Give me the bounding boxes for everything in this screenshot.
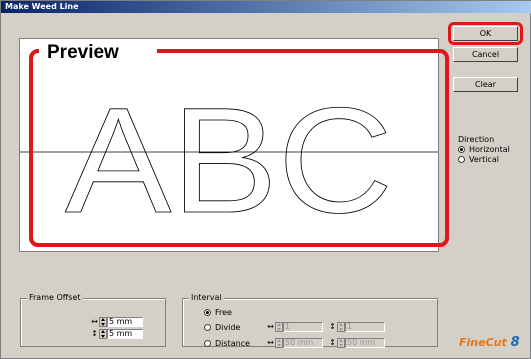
vertical-radio[interactable] [458,155,465,163]
divide-vertical-arrow-icon: ↕ [329,322,336,331]
ok-highlight-frame [448,22,523,45]
preview-label: Preview [39,41,157,65]
frame-offset-horizontal-row: ↔ 5 mm [90,316,143,327]
vertical-offset-input[interactable]: 5 mm [107,328,143,339]
distance-horizontal-stepper[interactable] [275,337,283,348]
window-title: Make Weed Line [5,2,79,11]
divide-vertical-row: ↕ 1 [328,321,385,332]
distance-horizontal-input[interactable]: 50 mm [283,337,323,348]
horizontal-offset-stepper[interactable] [99,316,107,327]
distance-horizontal-arrow-icon: ↔ [267,338,274,347]
clear-button[interactable]: Clear [453,77,518,92]
interval-legend: Interval [189,293,224,302]
divide-horizontal-arrow-icon: ↔ [267,322,274,331]
make-weed-line-dialog: Make Weed Line ABC Preview OK Cancel Cle… [0,0,531,359]
divide-radio[interactable] [204,323,211,331]
distance-vertical-arrow-icon: ↕ [329,338,336,347]
interval-free-option[interactable]: Free [204,307,232,317]
distance-label: Distance [215,338,250,348]
direction-group: Direction Horizontal Vertical [458,135,510,164]
frame-offset-vertical-row: ↕ 5 mm [90,328,143,339]
distance-vertical-row: ↕ 50 mm [328,337,385,348]
free-radio[interactable] [204,308,211,316]
divide-horizontal-input[interactable]: 1 [283,321,323,332]
distance-vertical-input[interactable]: 50 mm [345,337,385,348]
finecut-logo: FineCut 8 [459,335,520,350]
distance-horizontal-row: ↔ 50 mm [266,337,323,348]
frame-offset-legend: Frame Offset [27,293,83,302]
divide-vertical-stepper[interactable] [337,321,345,332]
interval-divide-option[interactable]: Divide [204,322,240,332]
divide-horizontal-row: ↔ 1 [266,321,323,332]
horizontal-radio[interactable] [458,145,465,153]
interval-distance-option[interactable]: Distance [204,338,250,348]
distance-vertical-stepper[interactable] [337,337,345,348]
divide-label: Divide [215,322,241,332]
vertical-offset-stepper[interactable] [99,328,107,339]
logo-version: 8 [510,335,520,350]
horizontal-arrow-icon: ↔ [91,317,98,326]
cancel-button[interactable]: Cancel [453,47,518,62]
distance-radio[interactable] [204,339,211,347]
divide-vertical-input[interactable]: 1 [345,321,385,332]
logo-brand: FineCut [459,336,507,349]
vertical-label: Vertical [469,154,499,164]
direction-vertical-option[interactable]: Vertical [458,154,510,164]
frame-offset-group: Frame Offset ↔ 5 mm ↕ 5 mm [20,293,166,347]
direction-horizontal-option[interactable]: Horizontal [458,144,510,154]
free-label: Free [215,307,232,317]
vertical-arrow-icon: ↕ [91,329,98,338]
horizontal-label: Horizontal [469,144,510,154]
title-bar: Make Weed Line [1,1,531,13]
direction-label: Direction [458,135,495,144]
divide-horizontal-stepper[interactable] [275,321,283,332]
preview-highlight-frame [29,49,449,247]
horizontal-offset-input[interactable]: 5 mm [107,316,143,327]
